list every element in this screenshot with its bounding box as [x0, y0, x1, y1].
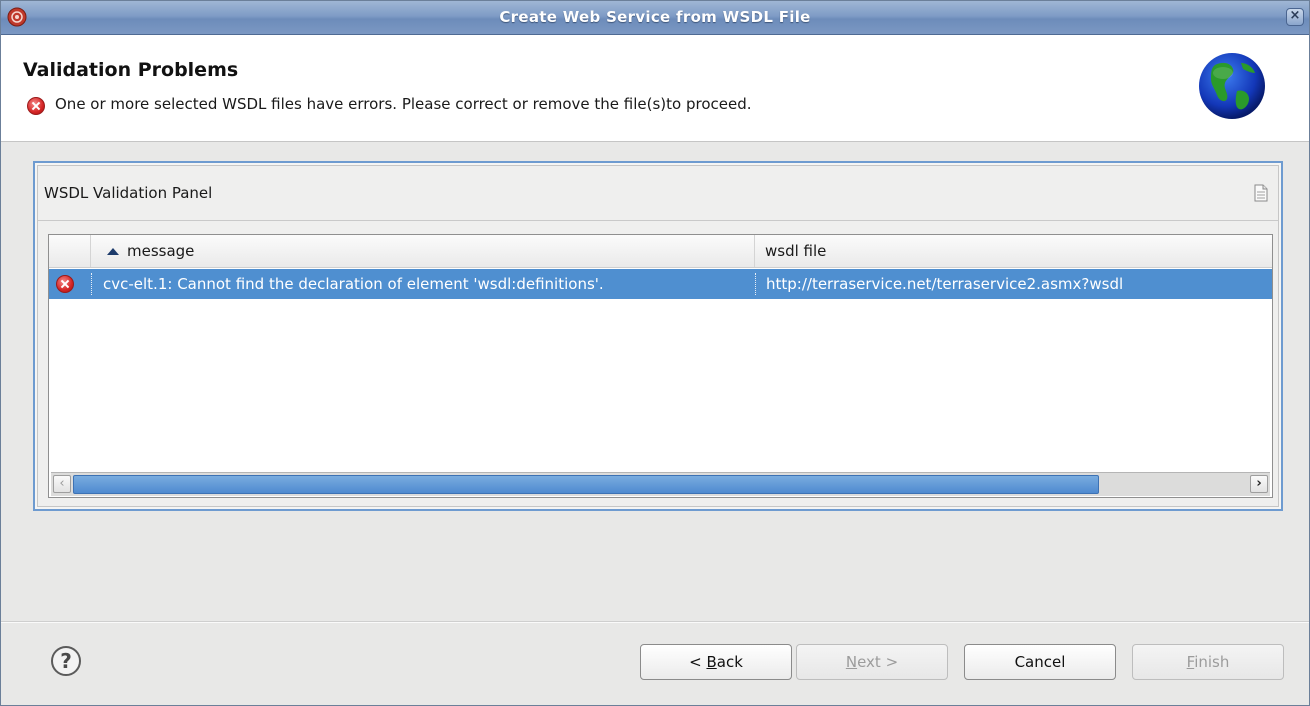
severity-column-header[interactable]: [49, 235, 91, 267]
wizard-header: Validation Problems One or more selected…: [1, 35, 1309, 142]
window-title: Create Web Service from WSDL File: [499, 8, 811, 26]
back-prefix: <: [689, 653, 707, 671]
panel-divider: [38, 220, 1278, 221]
horizontal-scrollbar[interactable]: ‹ ›: [51, 472, 1270, 496]
message-column-label: message: [127, 242, 195, 260]
page-title: Validation Problems: [23, 59, 239, 81]
wsdl-file-column-header[interactable]: wsdl file: [755, 235, 1274, 267]
back-button[interactable]: < Back: [640, 644, 792, 680]
button-bar-divider: [1, 621, 1309, 623]
wsdl-file-column-label: wsdl file: [765, 242, 827, 260]
sort-ascending-icon: [107, 248, 119, 255]
error-icon: [27, 97, 45, 115]
scrollbar-thumb[interactable]: [73, 475, 1099, 494]
back-mnemonic: B: [706, 653, 717, 671]
close-button[interactable]: ×: [1286, 8, 1304, 26]
message-column-header[interactable]: message: [91, 235, 755, 267]
error-message: One or more selected WSDL files have err…: [55, 95, 752, 113]
table-header: message wsdl file: [49, 235, 1272, 268]
panel-body: WSDL Validation Panel message wsdl file: [37, 165, 1279, 507]
column-separator: [91, 273, 92, 295]
back-label: ack: [716, 653, 743, 671]
wsdl-validation-panel: WSDL Validation Panel message wsdl file: [33, 161, 1283, 511]
next-button[interactable]: Next >: [796, 644, 948, 680]
scroll-left-button[interactable]: ‹: [53, 475, 71, 493]
panel-title: WSDL Validation Panel: [44, 184, 213, 202]
finish-button[interactable]: Finish: [1132, 644, 1284, 680]
title-bar[interactable]: Create Web Service from WSDL File ×: [1, 1, 1309, 35]
document-icon[interactable]: [1254, 184, 1268, 202]
error-icon: [56, 275, 74, 293]
column-separator: [755, 273, 756, 295]
scroll-right-button[interactable]: ›: [1250, 475, 1268, 493]
cancel-button[interactable]: Cancel: [964, 644, 1116, 680]
row-wsdl-file: http://terraservice.net/terraservice2.as…: [766, 275, 1124, 293]
dialog-window: Create Web Service from WSDL File × Vali…: [0, 0, 1310, 706]
globe-icon: [1199, 53, 1265, 119]
next-mnemonic: N: [845, 653, 858, 671]
table-row[interactable]: cvc-elt.1: Cannot find the declaration o…: [49, 269, 1272, 299]
close-icon: ×: [1289, 8, 1301, 23]
finish-label: inish: [1194, 653, 1230, 671]
validation-table[interactable]: message wsdl file cvc-elt.1: Cannot find…: [48, 234, 1273, 498]
help-icon[interactable]: ?: [51, 646, 81, 676]
next-label: ext >: [857, 653, 899, 671]
row-message: cvc-elt.1: Cannot find the declaration o…: [103, 275, 604, 293]
